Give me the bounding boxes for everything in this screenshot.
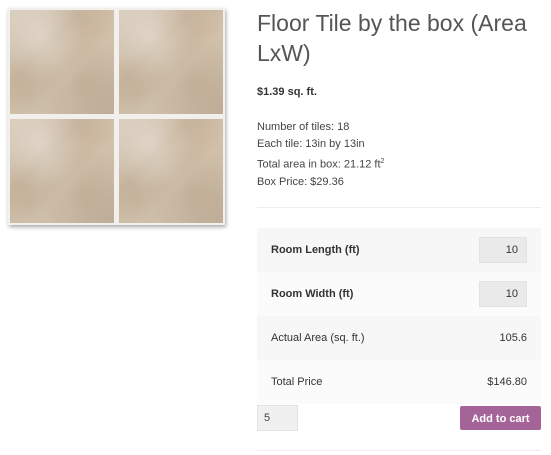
total-price-label: Total Price	[271, 376, 323, 388]
product-title: Floor Tile by the box (Area LxW)	[257, 10, 527, 66]
product-description: Number of tiles: 18 Each tile: 13in by 1…	[257, 119, 384, 191]
total-price-row: Total Price $146.80	[257, 360, 541, 404]
tile-image	[10, 119, 114, 223]
room-length-row: Room Length (ft) 10	[257, 228, 541, 272]
actual-area-value: 105.6	[499, 332, 527, 344]
product-image[interactable]	[8, 8, 225, 225]
add-to-cart-button[interactable]: Add to cart	[460, 406, 541, 430]
divider	[257, 207, 541, 208]
tile-image	[119, 119, 223, 223]
measurement-calculator: Room Length (ft) 10 Room Width (ft) 10 A…	[257, 228, 541, 404]
room-width-label: Room Width (ft)	[271, 288, 354, 300]
room-width-input[interactable]: 10	[479, 281, 527, 307]
tile-image	[119, 10, 223, 114]
quantity-input[interactable]: 5	[257, 405, 298, 431]
actual-area-label: Actual Area (sq. ft.)	[271, 332, 365, 344]
tile-size: Each tile: 13in by 13in	[257, 138, 365, 150]
tile-count: Number of tiles: 18	[257, 121, 350, 133]
product-price: $1.39 sq. ft.	[257, 86, 317, 98]
total-price-value: $146.80	[487, 376, 527, 388]
actual-area-row: Actual Area (sq. ft.) 105.6	[257, 316, 541, 360]
room-length-input[interactable]: 10	[479, 237, 527, 263]
divider	[257, 450, 541, 451]
box-price: Box Price: $29.36	[257, 175, 344, 188]
tile-image	[10, 10, 114, 114]
room-length-label: Room Length (ft)	[271, 244, 360, 256]
box-area: Total area in box: 21.12 ft2	[257, 158, 385, 171]
product-page: Floor Tile by the box (Area LxW) $1.39 s…	[0, 0, 551, 455]
room-width-row: Room Width (ft) 10	[257, 272, 541, 316]
